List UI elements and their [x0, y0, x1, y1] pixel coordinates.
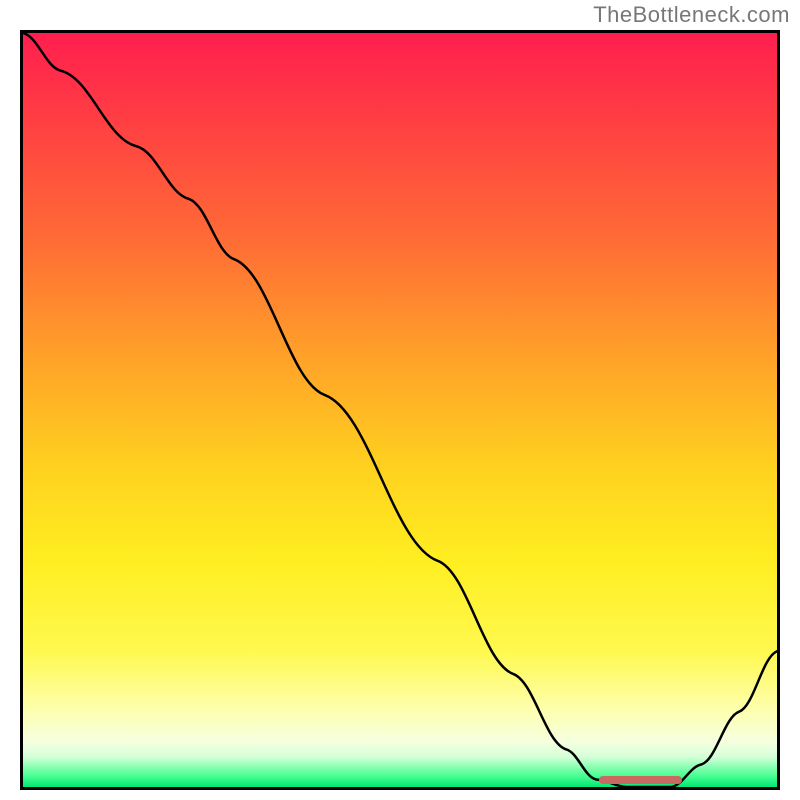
source-label: TheBottleneck.com: [593, 2, 790, 28]
curve-svg: [23, 33, 777, 787]
bottleneck-curve: [23, 33, 777, 787]
chart-plot-area: [20, 30, 780, 790]
chart-wrap: TheBottleneck.com: [0, 0, 800, 800]
optimal-range-marker: [599, 776, 682, 784]
